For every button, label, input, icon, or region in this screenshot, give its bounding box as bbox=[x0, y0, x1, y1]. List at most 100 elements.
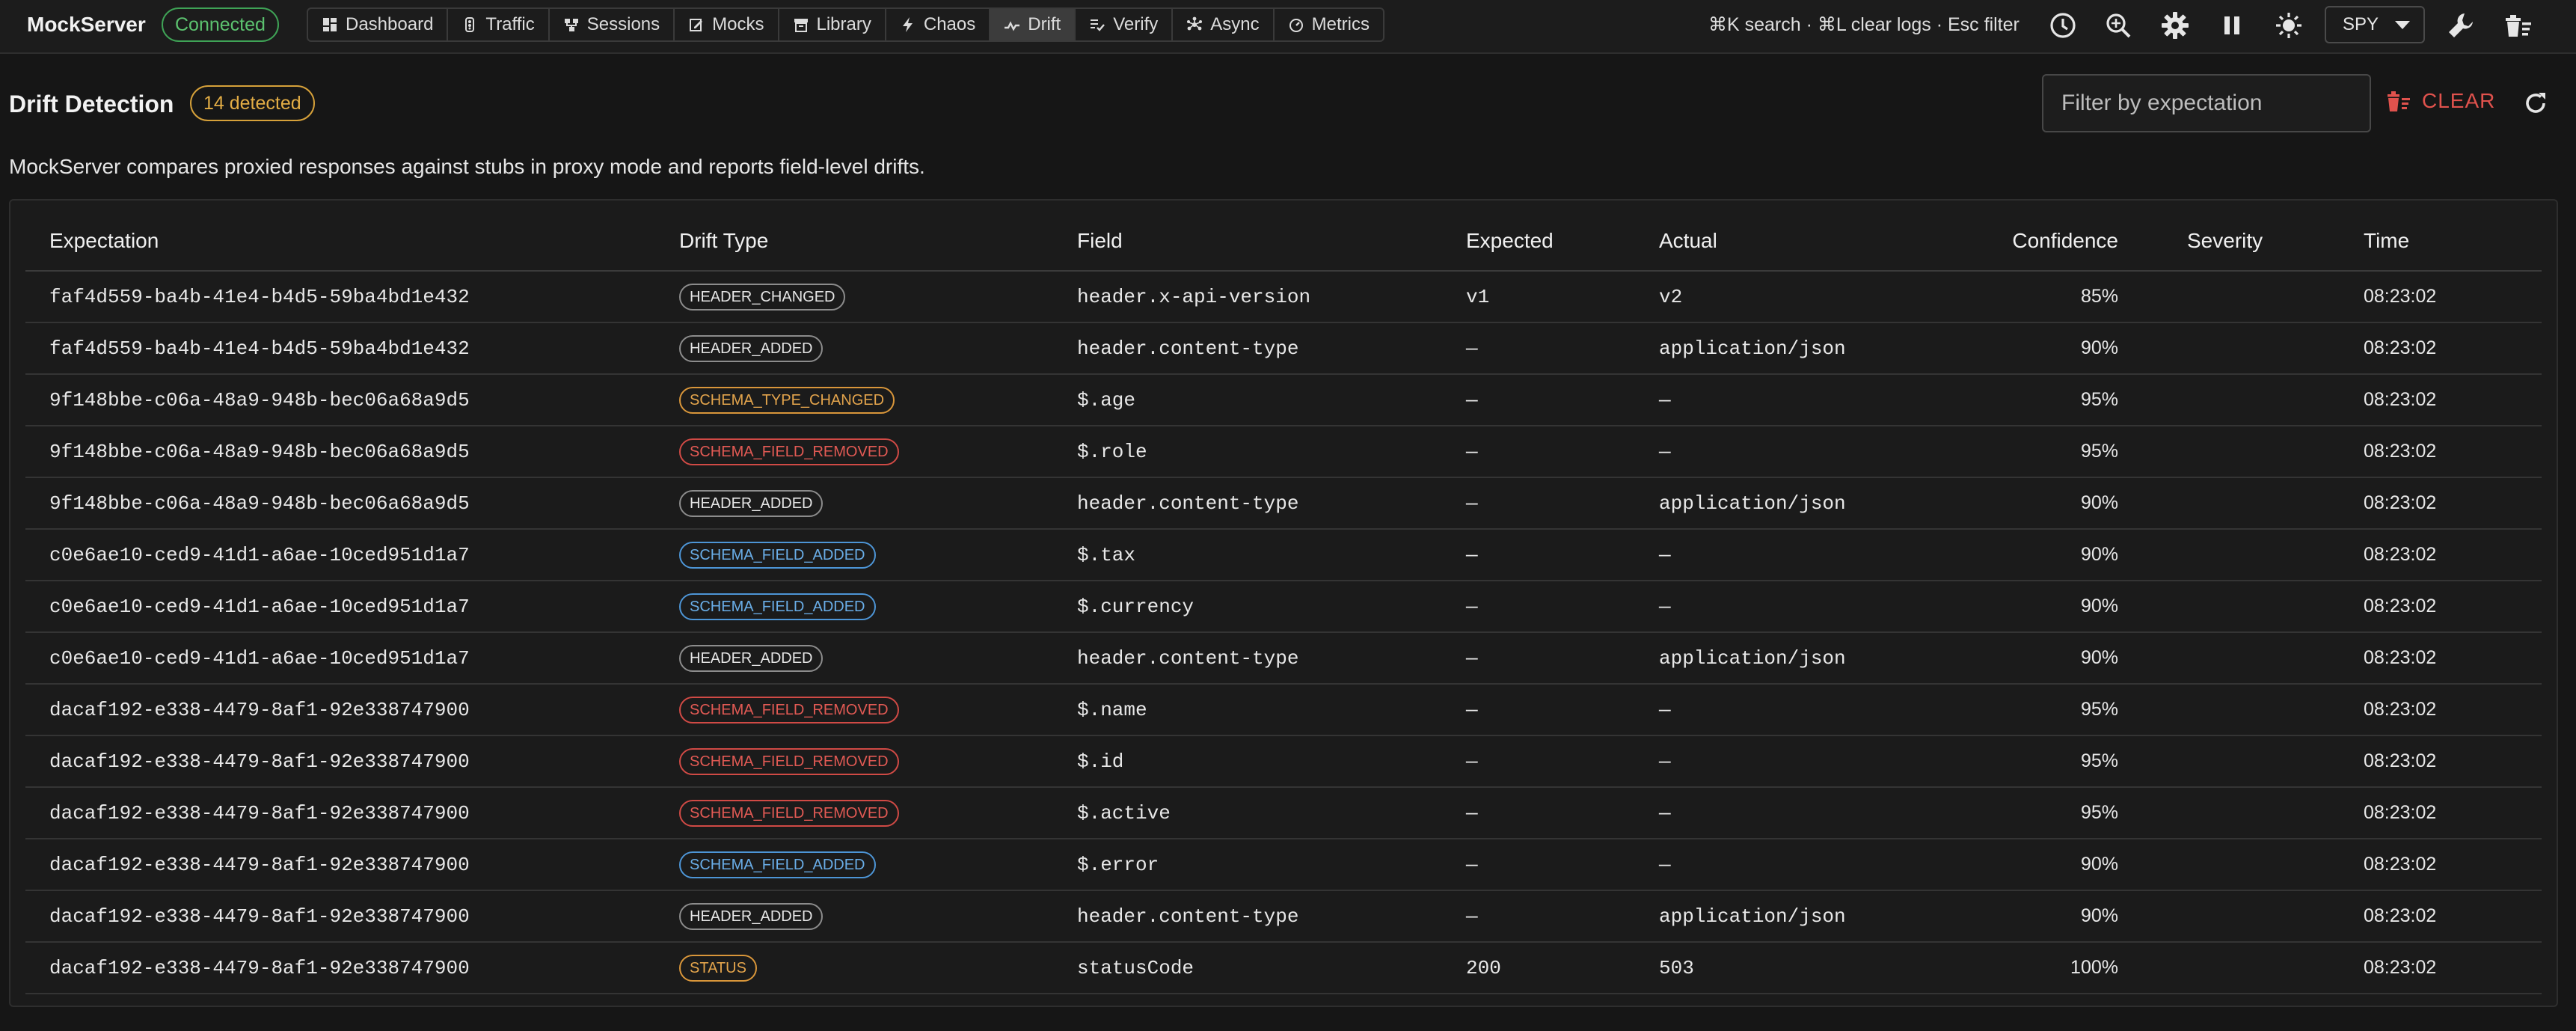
table-row[interactable]: 9f148bbe-c06a-48a9-948b-bec06a68a9d5 SCHE… bbox=[25, 374, 2542, 426]
column-header-expected[interactable]: Expected bbox=[1442, 211, 1635, 272]
table-row[interactable]: c0e6ae10-ced9-41d1-a6ae-10ced951d1a7 SCHE… bbox=[25, 529, 2542, 581]
cell-severity bbox=[2163, 632, 2340, 685]
cell-expected: — bbox=[1442, 374, 1635, 426]
nav-item-sessions[interactable]: Sessions bbox=[550, 9, 675, 40]
cell-actual: — bbox=[1635, 581, 1972, 633]
cell-drift-type: SCHEMA_FIELD_REMOVED bbox=[655, 426, 1053, 478]
table-row[interactable]: 9f148bbe-c06a-48a9-948b-bec06a68a9d5 HEAD… bbox=[25, 477, 2542, 530]
column-header-actual[interactable]: Actual bbox=[1635, 211, 1972, 272]
table-header-row: Expectation Drift Type Field Expected Ac… bbox=[25, 211, 2542, 272]
column-header-time[interactable]: Time bbox=[2340, 211, 2542, 272]
drift-count-badge: 14 detected bbox=[190, 85, 315, 121]
theme-icon[interactable] bbox=[2274, 10, 2304, 40]
cell-confidence: 95% bbox=[1972, 426, 2163, 478]
cell-drift-type: SCHEMA_FIELD_REMOVED bbox=[655, 787, 1053, 839]
refresh-icon[interactable] bbox=[2521, 88, 2551, 118]
cell-time: 08:23:02 bbox=[2340, 890, 2542, 943]
pause-icon[interactable] bbox=[2217, 10, 2247, 40]
column-header-confidence[interactable]: Confidence bbox=[1972, 211, 2163, 272]
table-row[interactable]: dacaf192-e338-4479-8af1-92e338747900 SCHE… bbox=[25, 787, 2542, 839]
drift-type-badge: SCHEMA_FIELD_REMOVED bbox=[679, 799, 899, 827]
wrench-icon[interactable] bbox=[2446, 10, 2476, 40]
table-row[interactable]: dacaf192-e338-4479-8af1-92e338747900 SCHE… bbox=[25, 684, 2542, 736]
cell-time: 08:23:02 bbox=[2340, 787, 2542, 839]
cell-confidence: 95% bbox=[1972, 735, 2163, 788]
cell-confidence: 90% bbox=[1972, 581, 2163, 633]
column-header-expectation[interactable]: Expectation bbox=[25, 211, 655, 272]
mode-select[interactable]: SPY bbox=[2325, 6, 2425, 43]
cell-field: $.error bbox=[1053, 839, 1442, 891]
table-row[interactable]: dacaf192-e338-4479-8af1-92e338747900 HEAD… bbox=[25, 890, 2542, 943]
cell-drift-type: SCHEMA_TYPE_CHANGED bbox=[655, 374, 1053, 426]
table-row[interactable]: 9f148bbe-c06a-48a9-948b-bec06a68a9d5 SCHE… bbox=[25, 426, 2542, 478]
app-name: MockServer bbox=[27, 13, 146, 36]
cell-confidence: 90% bbox=[1972, 529, 2163, 581]
column-header-severity[interactable]: Severity bbox=[2163, 211, 2340, 272]
clear-button[interactable]: CLEAR bbox=[2386, 88, 2495, 114]
table-row[interactable]: dacaf192-e338-4479-8af1-92e338747900 STAT… bbox=[25, 942, 2542, 994]
table-row[interactable]: dacaf192-e338-4479-8af1-92e338747900 SCHE… bbox=[25, 839, 2542, 891]
cell-severity bbox=[2163, 735, 2340, 788]
dashboard-icon bbox=[323, 18, 337, 31]
nav-item-chaos[interactable]: Chaos bbox=[886, 9, 991, 40]
zoom-search-icon[interactable] bbox=[2103, 10, 2133, 40]
nav-item-metrics[interactable]: Metrics bbox=[1275, 9, 1383, 40]
cell-expectation: c0e6ae10-ced9-41d1-a6ae-10ced951d1a7 bbox=[25, 632, 655, 685]
cell-actual: — bbox=[1635, 839, 1972, 891]
column-header-drift-type[interactable]: Drift Type bbox=[655, 211, 1053, 272]
top-bar: MockServer Connected Dashboard Traffic S… bbox=[0, 0, 2576, 54]
nav-item-library[interactable]: Library bbox=[779, 9, 886, 40]
drift-type-badge: SCHEMA_FIELD_ADDED bbox=[679, 541, 876, 569]
drift-type-badge: SCHEMA_TYPE_CHANGED bbox=[679, 386, 895, 414]
nav-item-dashboard[interactable]: Dashboard bbox=[308, 9, 449, 40]
cell-time: 08:23:02 bbox=[2340, 477, 2542, 530]
nav-item-verify[interactable]: Verify bbox=[1076, 9, 1174, 40]
nav-item-async[interactable]: Async bbox=[1173, 9, 1275, 40]
history-icon[interactable] bbox=[2048, 10, 2078, 40]
cell-time: 08:23:02 bbox=[2340, 684, 2542, 736]
nav-item-traffic[interactable]: Traffic bbox=[448, 9, 550, 40]
clear-all-icon[interactable] bbox=[2503, 10, 2533, 40]
table-row[interactable]: faf4d559-ba4b-41e4-b4d5-59ba4bd1e432 HEAD… bbox=[25, 322, 2542, 375]
mode-value: SPY bbox=[2343, 14, 2379, 34]
cell-field: header.content-type bbox=[1053, 477, 1442, 530]
column-header-field[interactable]: Field bbox=[1053, 211, 1442, 272]
cell-drift-type: HEADER_ADDED bbox=[655, 890, 1053, 943]
keyboard-shortcuts-hint: ⌘K search · ⌘L clear logs · Esc filter bbox=[1708, 14, 2020, 35]
cell-field: header.content-type bbox=[1053, 322, 1442, 375]
cell-time: 08:23:02 bbox=[2340, 426, 2542, 478]
cell-expectation: 9f148bbe-c06a-48a9-948b-bec06a68a9d5 bbox=[25, 426, 655, 478]
page-title: Drift Detection bbox=[9, 91, 174, 117]
cell-time: 08:23:02 bbox=[2340, 581, 2542, 633]
nav-label: Metrics bbox=[1311, 14, 1370, 34]
cell-drift-type: SCHEMA_FIELD_REMOVED bbox=[655, 735, 1053, 788]
table-row[interactable]: c0e6ae10-ced9-41d1-a6ae-10ced951d1a7 HEAD… bbox=[25, 632, 2542, 685]
cell-actual: application/json bbox=[1635, 890, 1972, 943]
cell-actual: — bbox=[1635, 426, 1972, 478]
nav-item-drift[interactable]: Drift bbox=[990, 9, 1076, 40]
cell-drift-type: STATUS bbox=[655, 942, 1053, 994]
cell-expectation: dacaf192-e338-4479-8af1-92e338747900 bbox=[25, 942, 655, 994]
page-description: MockServer compares proxied responses ag… bbox=[9, 155, 925, 178]
cell-severity bbox=[2163, 581, 2340, 633]
cell-drift-type: SCHEMA_FIELD_ADDED bbox=[655, 581, 1053, 633]
cell-time: 08:23:02 bbox=[2340, 735, 2542, 788]
filter-expectation-input[interactable] bbox=[2042, 74, 2371, 132]
gear-icon[interactable] bbox=[2160, 10, 2190, 40]
cell-severity bbox=[2163, 942, 2340, 994]
nav-label: Drift bbox=[1028, 14, 1061, 34]
cell-confidence: 85% bbox=[1972, 271, 2163, 323]
drift-type-badge: HEADER_ADDED bbox=[679, 334, 824, 362]
cell-severity bbox=[2163, 322, 2340, 375]
nav-label: Dashboard bbox=[346, 14, 434, 34]
trash-icon bbox=[2388, 91, 2410, 111]
cell-expectation: c0e6ae10-ced9-41d1-a6ae-10ced951d1a7 bbox=[25, 529, 655, 581]
table-row[interactable]: dacaf192-e338-4479-8af1-92e338747900 SCHE… bbox=[25, 735, 2542, 788]
table-row[interactable]: c0e6ae10-ced9-41d1-a6ae-10ced951d1a7 SCHE… bbox=[25, 581, 2542, 633]
nav-item-mocks[interactable]: Mocks bbox=[675, 9, 779, 40]
cell-field: $.age bbox=[1053, 374, 1442, 426]
cell-severity bbox=[2163, 839, 2340, 891]
table-row[interactable]: faf4d559-ba4b-41e4-b4d5-59ba4bd1e432 HEAD… bbox=[25, 271, 2542, 323]
nav-label: Chaos bbox=[923, 14, 976, 34]
drift-table-panel: Expectation Drift Type Field Expected Ac… bbox=[9, 199, 2558, 1007]
